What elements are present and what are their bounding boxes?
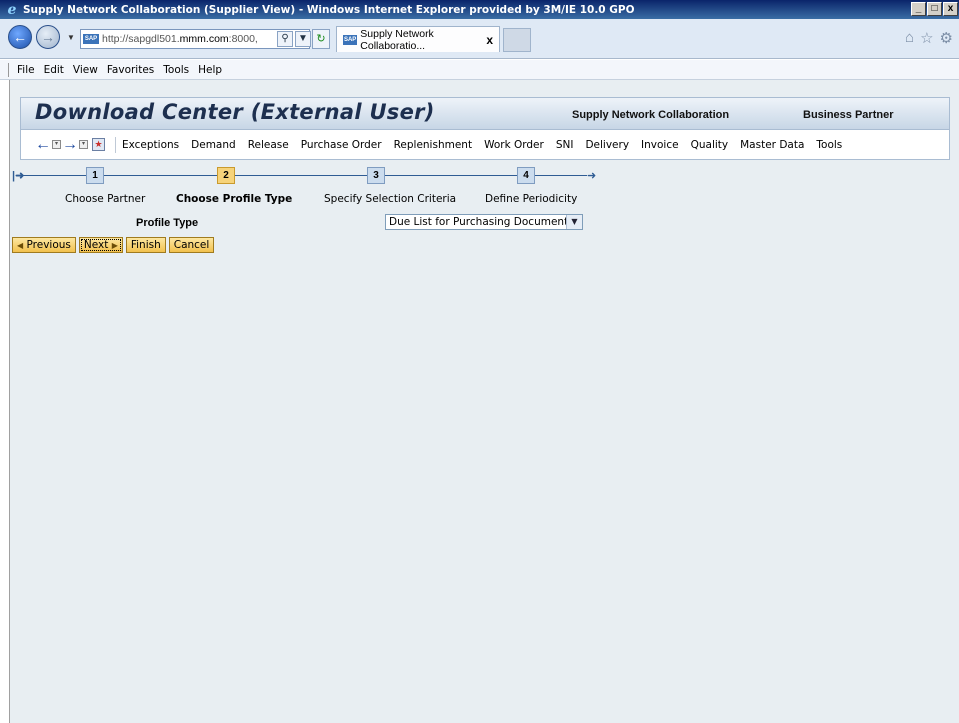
address-dropdown-icon[interactable]: ▼ — [295, 31, 311, 47]
history-forward-icon[interactable]: ▾ — [79, 140, 88, 149]
menu-sni[interactable]: SNI — [556, 139, 574, 151]
home-icon[interactable]: ⌂ — [905, 29, 914, 47]
gear-icon[interactable]: ⚙ — [940, 29, 953, 47]
menu-help[interactable]: Help — [198, 64, 222, 76]
sap-header: Download Center (External User) Supply N… — [20, 97, 950, 130]
star-icon[interactable]: ☆ — [920, 29, 933, 47]
roadmap-step-4[interactable]: 4 — [517, 167, 535, 184]
roadmap-label-2[interactable]: Choose Profile Type — [176, 193, 292, 205]
menu-delivery[interactable]: Delivery — [585, 139, 629, 151]
roadmap-label-3[interactable]: Specify Selection Criteria — [324, 193, 456, 205]
menu-edit[interactable]: Edit — [44, 64, 64, 76]
menu-exceptions[interactable]: Exceptions — [122, 139, 179, 151]
window-titlebar: e Supply Network Collaboration (Supplier… — [0, 0, 959, 19]
back-arrow-icon[interactable]: ← — [35, 136, 51, 152]
business-partner-label[interactable]: Business Partner — [803, 109, 893, 121]
forward-button[interactable]: → — [36, 25, 60, 49]
search-icon[interactable]: ⚲ — [277, 31, 293, 47]
menu-favorites[interactable]: Favorites — [107, 64, 154, 76]
address-url: http://sapgdl501.mmm.com:8000, — [102, 33, 258, 45]
menu-file[interactable]: File — [17, 64, 35, 76]
menu-tools[interactable]: Tools — [163, 64, 189, 76]
browser-tab[interactable]: SAP Supply Network Collaboratio... x — [336, 26, 500, 52]
history-back-icon[interactable]: ▾ — [52, 140, 61, 149]
roadmap-line — [22, 175, 587, 176]
browser-navbar: ← → ▼ SAP http://sapgdl501.mmm.com:8000,… — [0, 19, 959, 59]
finish-button[interactable]: Finish — [125, 237, 166, 253]
menu-tools-sap[interactable]: Tools — [816, 139, 842, 151]
minimize-button[interactable]: _ — [911, 2, 926, 16]
tab-favicon-icon: SAP — [343, 34, 358, 45]
window-controls: _ □ x — [911, 2, 958, 16]
roadmap-step-1[interactable]: 1 — [86, 167, 104, 184]
menu-work-order[interactable]: Work Order — [484, 139, 544, 151]
next-button[interactable]: Next ▶ — [78, 237, 123, 253]
favorites-star-icon[interactable]: ★ — [92, 138, 105, 151]
new-tab-button[interactable] — [503, 28, 531, 52]
menu-purchase-order[interactable]: Purchase Order — [301, 139, 382, 151]
roadmap-label-4[interactable]: Define Periodicity — [485, 193, 577, 205]
ie-logo-icon: e — [7, 1, 17, 18]
roadmap-label-1[interactable]: Choose Partner — [65, 193, 145, 205]
menubar-grip — [8, 62, 9, 77]
sap-favicon-icon: SAP — [83, 34, 99, 44]
menu-invoice[interactable]: Invoice — [641, 139, 679, 151]
roadmap-step-3[interactable]: 3 — [367, 167, 385, 184]
back-button[interactable]: ← — [8, 25, 32, 49]
refresh-icon[interactable]: ↻ — [312, 29, 330, 49]
menu-quality[interactable]: Quality — [691, 139, 729, 151]
menu-master-data[interactable]: Master Data — [740, 139, 804, 151]
roadmap-step-2[interactable]: 2 — [217, 167, 235, 184]
profile-type-label: Profile Type — [136, 217, 199, 229]
chevron-down-icon[interactable]: ▼ — [566, 215, 582, 229]
previous-button[interactable]: ◀ Previous — [12, 237, 76, 253]
cancel-button[interactable]: Cancel — [168, 237, 215, 253]
toolbar-divider — [115, 136, 116, 153]
app-name: Supply Network Collaboration — [572, 109, 730, 121]
next-arrow-icon: ▶ — [111, 241, 118, 250]
page-title: Download Center (External User) — [35, 100, 435, 124]
roadmap-end-icon: ➜ — [587, 170, 597, 182]
wizard-buttons: ◀ Previous Next ▶ Finish Cancel — [12, 237, 215, 253]
menu-demand[interactable]: Demand — [191, 139, 236, 151]
close-window-button[interactable]: x — [943, 2, 958, 16]
window-title: Supply Network Collaboration (Supplier V… — [23, 3, 635, 16]
page-content: Download Center (External User) Supply N… — [9, 80, 959, 723]
tab-title: Supply Network Collaboratio... — [360, 27, 434, 52]
tab-close-icon[interactable]: x — [486, 33, 493, 47]
browser-menubar: File Edit View Favorites Tools Help — [0, 60, 959, 80]
address-bar[interactable]: SAP http://sapgdl501.mmm.com:8000, ⚲ ▼ — [80, 29, 311, 49]
previous-arrow-icon: ◀ — [17, 241, 24, 250]
sap-toolbar: ← ▾ → ▾ ★ Exceptions Demand Release Purc… — [20, 130, 950, 160]
profile-type-select[interactable]: Due List for Purchasing Documents ▼ — [385, 214, 583, 230]
profile-type-value: Due List for Purchasing Documents — [389, 216, 574, 228]
maximize-button[interactable]: □ — [927, 2, 942, 16]
menu-view[interactable]: View — [73, 64, 98, 76]
menu-replenishment[interactable]: Replenishment — [394, 139, 472, 151]
history-dropdown-icon[interactable]: ▼ — [67, 33, 75, 42]
roadmap: |➜ ➜ 1 2 3 4 Choose Partner Choose Profi… — [10, 167, 610, 207]
forward-arrow-icon[interactable]: → — [62, 136, 78, 152]
menu-release[interactable]: Release — [248, 139, 289, 151]
